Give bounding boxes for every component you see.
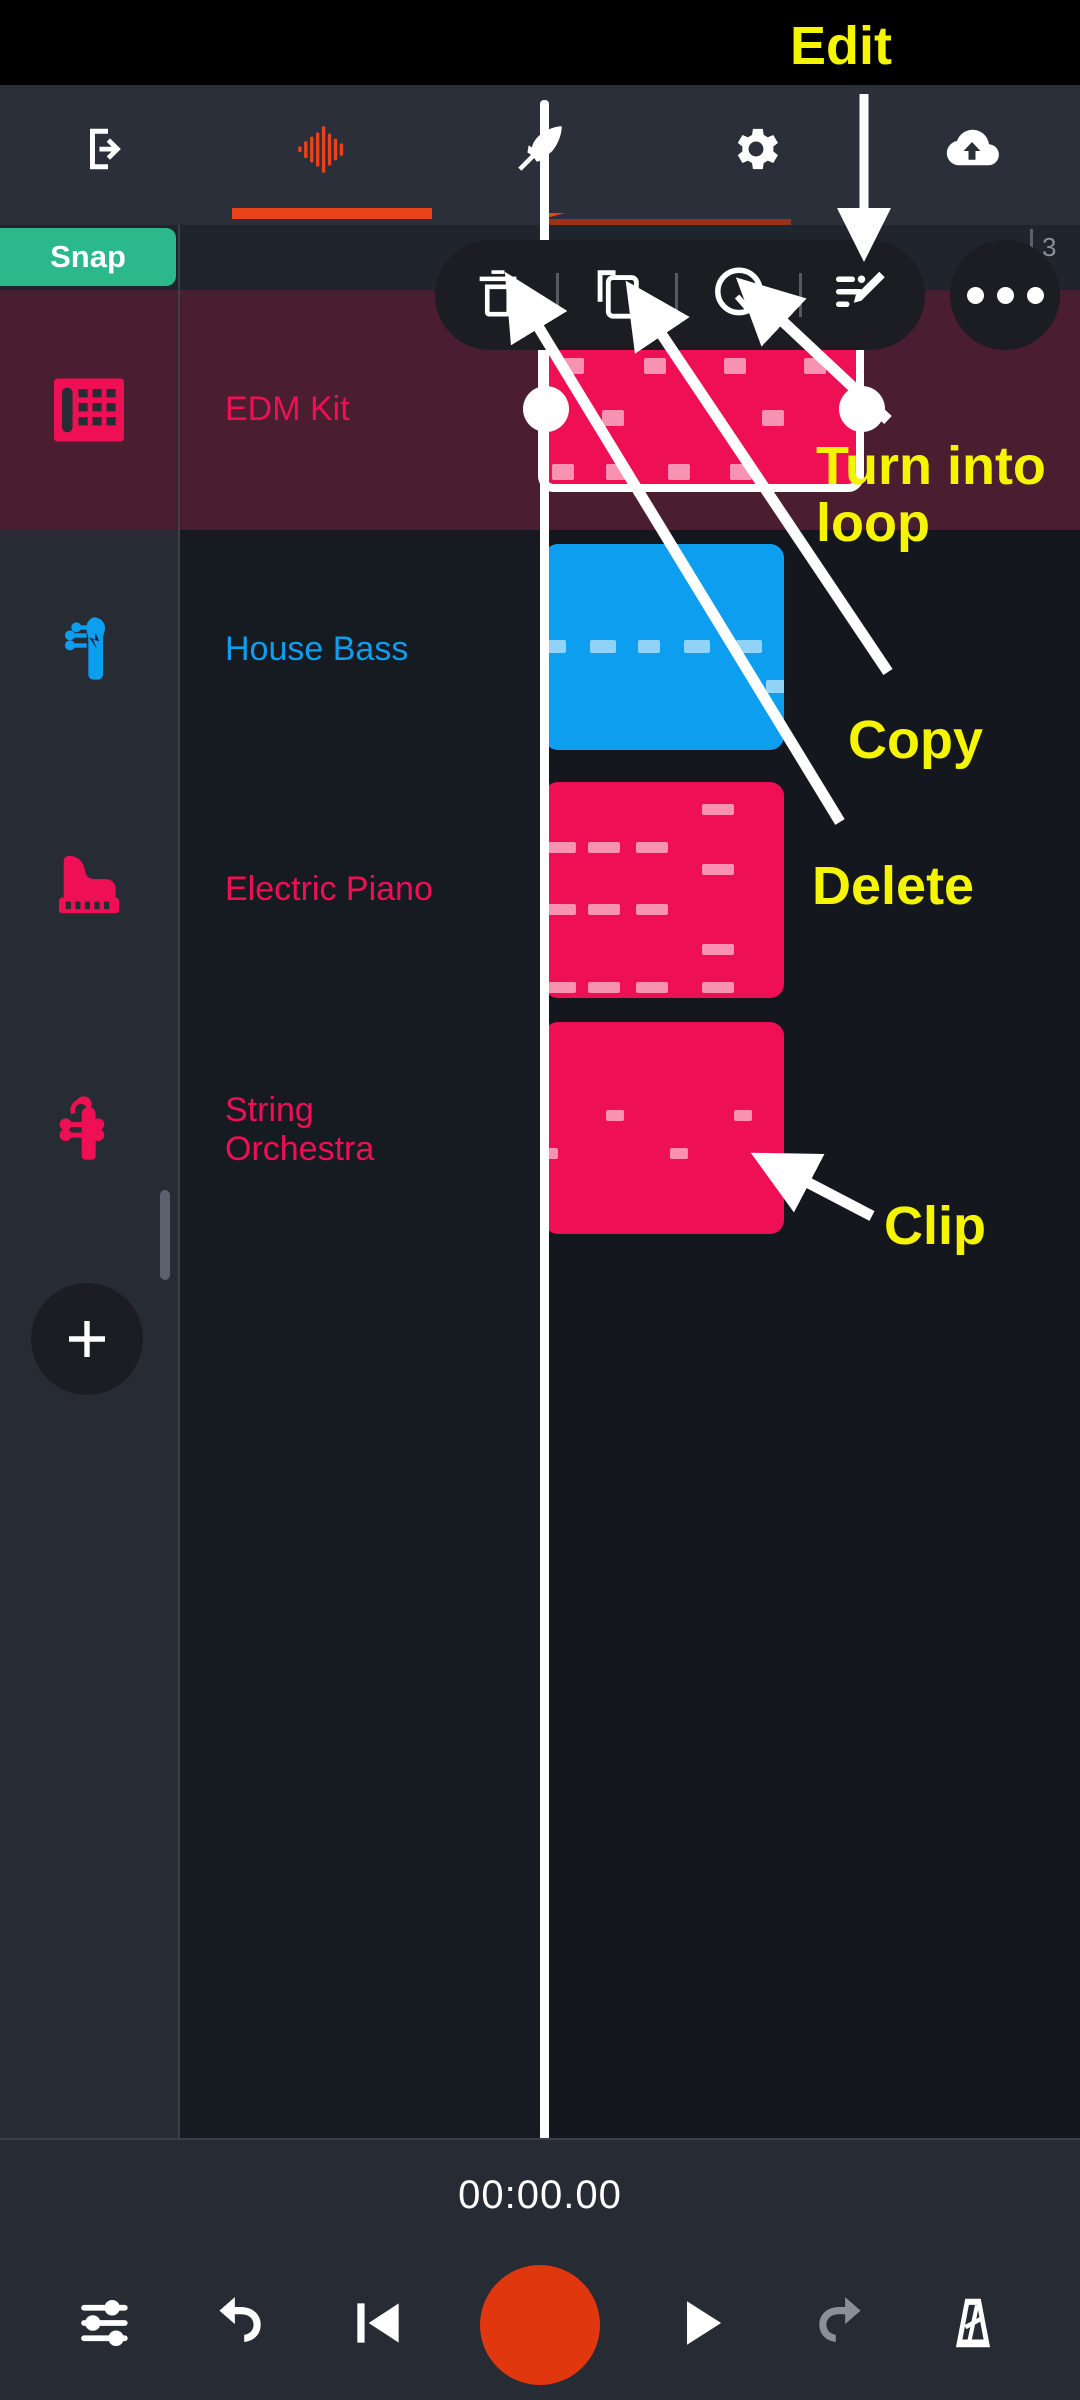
annotation-turn-into-loop: Turn into loop [816,436,1046,554]
clip-electric-piano[interactable] [544,782,784,998]
rewind-button[interactable] [347,2292,409,2359]
toolbar-divider-1 [556,273,560,317]
copy-clip-button[interactable] [588,264,646,327]
mixer-button[interactable] [76,2292,138,2359]
snap-divider [178,225,180,290]
gear-icon[interactable] [648,85,864,213]
trash-icon [479,269,517,316]
annotation-copy: Copy [848,710,983,770]
edit-clip-button[interactable] [831,263,891,328]
clip-resize-handle-right[interactable] [839,386,885,432]
track-name-string-orchestra[interactable]: String Orchestra [180,1010,540,1250]
drum-machine-icon [54,378,124,442]
metronome-icon [956,2298,991,2347]
annotation-edit: Edit [790,16,892,76]
toolbar-divider-2 [675,273,679,317]
timecode-display: 00:00.00 [458,2172,622,2217]
loop-clip-button[interactable] [708,262,770,329]
clip-action-toolbar [435,240,925,350]
track-name-electric-piano[interactable]: Electric Piano [180,770,540,1010]
annotation-delete: Delete [812,856,975,916]
cloud-upload-icon[interactable] [864,85,1080,213]
clip-string-orchestra[interactable] [544,1022,784,1234]
track-scrollbar[interactable] [160,1190,170,1280]
more-dot-3 [1026,286,1044,304]
more-dot-2 [996,286,1014,304]
timeline-lanes[interactable] [540,290,1080,2140]
add-track-button[interactable] [31,1283,143,1395]
track-head-string-orchestra[interactable] [0,1010,178,1250]
redo-button[interactable] [805,2290,871,2361]
metronome-button[interactable] [942,2292,1004,2359]
exit-icon[interactable] [0,85,216,213]
clip-house-bass[interactable] [544,544,784,750]
timecode-bar: 00:00.00 [0,2140,1080,2250]
track-head-electric-piano[interactable] [0,770,178,1010]
toolbar-divider-3 [798,273,802,317]
track-head-column [0,290,178,2140]
redo-arrow-icon [819,2296,861,2342]
annotation-clip: Clip [884,1196,986,1256]
edit-wand-icon [835,271,885,307]
track-name-house-bass[interactable]: House Bass [180,530,540,770]
plus-icon [69,1321,105,1357]
undo-arrow-icon [219,2296,261,2342]
rewind-to-start-icon [356,2302,399,2343]
bass-guitar-headstock-icon [65,617,105,680]
daw-screen: Snap 3 EDM Kit House Bass Electric Piano… [0,0,1080,2400]
play-icon [687,2300,722,2345]
track-head-edm-kit[interactable] [0,290,178,530]
more-options-button[interactable] [950,240,1060,350]
playhead[interactable] [540,100,549,2150]
lane-string-orchestra[interactable] [540,1010,1080,1250]
transport-bar [0,2250,1080,2400]
loop-icon [714,267,763,315]
snap-toggle[interactable]: Snap [0,228,176,286]
copy-icon [597,269,640,319]
play-button[interactable] [671,2292,733,2359]
track-name-column: EDM Kit House Bass Electric Piano String… [180,290,540,2140]
ruler-progress [232,213,432,219]
violin-headstock-icon [59,1096,105,1160]
track-head-house-bass[interactable] [0,530,178,770]
undo-button[interactable] [209,2290,275,2361]
snap-label: Snap [50,239,126,274]
more-dot-1 [966,286,984,304]
record-button[interactable] [479,2265,600,2385]
clip-edm-kit[interactable] [544,332,862,487]
status-bar [0,0,1080,85]
lane-electric-piano[interactable] [540,770,1080,1010]
grand-piano-icon [58,855,120,914]
delete-clip-button[interactable] [469,264,527,327]
mixer-sliders-icon [80,2299,128,2346]
waveform-icon[interactable] [216,85,432,213]
lane-house-bass[interactable] [540,530,1080,770]
